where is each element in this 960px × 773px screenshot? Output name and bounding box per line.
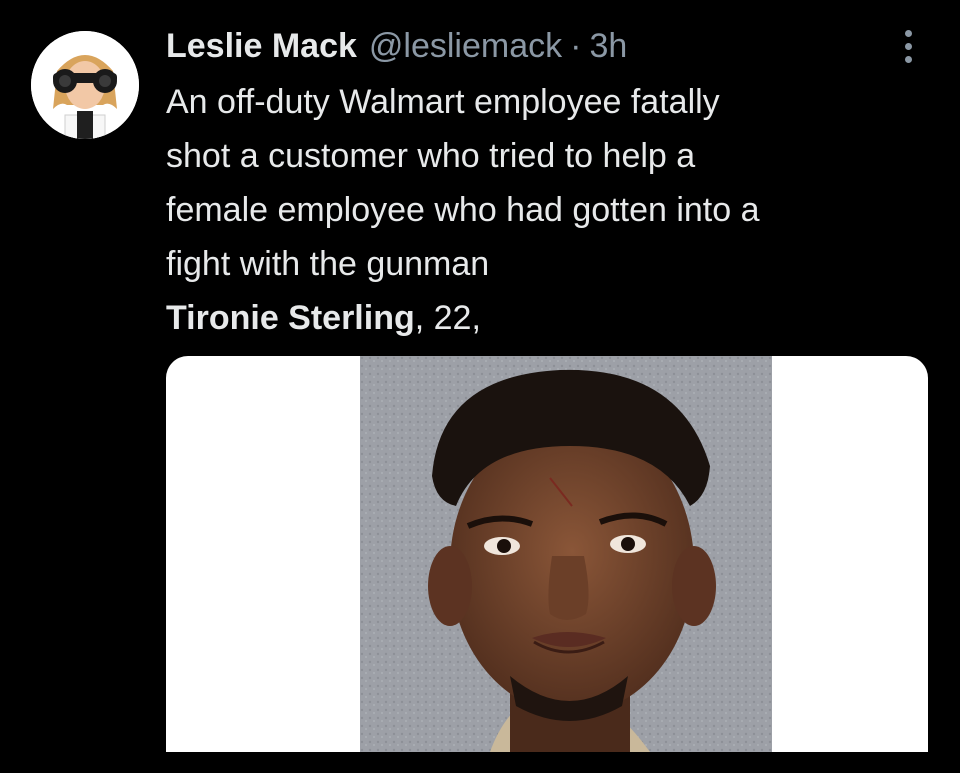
tweet-header: Leslie Mack @lesliemack · 3h [166, 22, 627, 70]
more-vertical-icon [904, 29, 912, 37]
tweet-text-line-last: Tironie Sterling, 22, [166, 291, 906, 345]
tweet-media-card[interactable] [166, 356, 928, 773]
more-options-button[interactable] [886, 24, 930, 68]
tweet-text: An off-duty Walmart employee fatally sho… [166, 75, 906, 345]
tweet-text-age: , 22, [414, 299, 481, 337]
tweet-text-line: An off-duty Walmart employee fatally [166, 83, 720, 121]
tweet-text-line: shot a customer who tried to help a [166, 137, 696, 175]
tweet-text-line: female employee who had gotten into a [166, 191, 760, 229]
tweet-text-line: fight with the gunman [166, 245, 490, 283]
author-name[interactable]: Leslie Mack [166, 22, 357, 70]
more-vertical-icon-dot [904, 42, 912, 50]
media-card-bottom-edge [166, 752, 928, 773]
header-separator: · [570, 27, 582, 65]
author-avatar[interactable] [31, 31, 139, 139]
avatar-image [31, 31, 139, 139]
tweet-text-bold-name: Tironie Sterling [166, 299, 415, 337]
tweet-timestamp[interactable]: 3h [589, 22, 627, 70]
mugshot-photo [360, 356, 772, 752]
more-vertical-icon-dot [904, 55, 912, 63]
author-handle[interactable]: @lesliemack [369, 22, 562, 70]
